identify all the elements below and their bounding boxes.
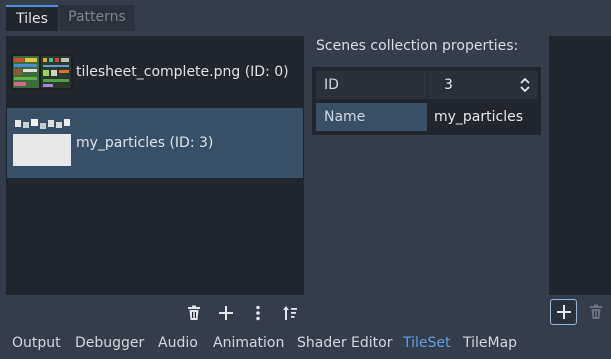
property-key-name: Name — [316, 103, 427, 131]
sort-icon — [283, 306, 297, 320]
trash-icon — [590, 304, 602, 319]
properties-inspector: ID 3 Name my_particles — [312, 67, 541, 135]
source-label: my_particles (ID: 3) — [76, 135, 214, 151]
scene-tiles-panel — [549, 36, 611, 295]
tab-output[interactable]: Output — [12, 329, 61, 357]
property-key-id: ID — [316, 71, 427, 99]
delete-scene-tile-button[interactable] — [585, 301, 607, 323]
tab-debugger[interactable]: Debugger — [75, 329, 144, 357]
add-source-button[interactable] — [215, 302, 237, 324]
tab-patterns[interactable]: Patterns — [59, 5, 135, 31]
trash-icon — [188, 305, 200, 320]
property-row-id: ID 3 — [316, 71, 537, 99]
id-spinbox[interactable]: 3 — [428, 71, 537, 99]
delete-source-button[interactable] — [183, 302, 205, 324]
add-icon — [219, 306, 233, 320]
more-options-button[interactable] — [247, 302, 269, 324]
spin-arrows-icon[interactable] — [519, 77, 531, 93]
more-vertical-icon — [256, 305, 260, 321]
name-field[interactable]: my_particles — [428, 103, 537, 131]
tab-tilemap[interactable]: TileMap — [463, 329, 517, 357]
tile-sources-list[interactable]: tilesheet_complete.png (ID: 0) my_partic… — [6, 36, 304, 295]
bottom-panel-tabs: Output Debugger Audio Animation Shader E… — [0, 329, 611, 359]
sort-sources-button[interactable] — [279, 302, 301, 324]
add-scene-tile-button[interactable] — [550, 299, 577, 325]
tab-animation[interactable]: Animation — [213, 329, 284, 357]
source-item-tilesheet[interactable]: tilesheet_complete.png (ID: 0) — [7, 37, 303, 107]
tileset-tab-bar: Tiles Patterns — [0, 0, 611, 31]
property-row-name: Name my_particles — [316, 103, 537, 131]
add-icon — [556, 305, 571, 319]
source-item-my-particles[interactable]: my_particles (ID: 3) — [7, 108, 303, 178]
properties-title: Scenes collection properties: — [316, 38, 519, 54]
tab-tileset[interactable]: TileSet — [403, 329, 451, 357]
particles-thumbnail — [13, 119, 71, 166]
source-label: tilesheet_complete.png (ID: 0) — [76, 64, 289, 80]
tilesheet-thumbnail — [11, 54, 73, 90]
id-value: 3 — [444, 77, 453, 93]
tab-audio[interactable]: Audio — [158, 329, 198, 357]
tab-tiles[interactable]: Tiles — [6, 5, 58, 31]
tab-shader-editor[interactable]: Shader Editor — [297, 329, 392, 357]
